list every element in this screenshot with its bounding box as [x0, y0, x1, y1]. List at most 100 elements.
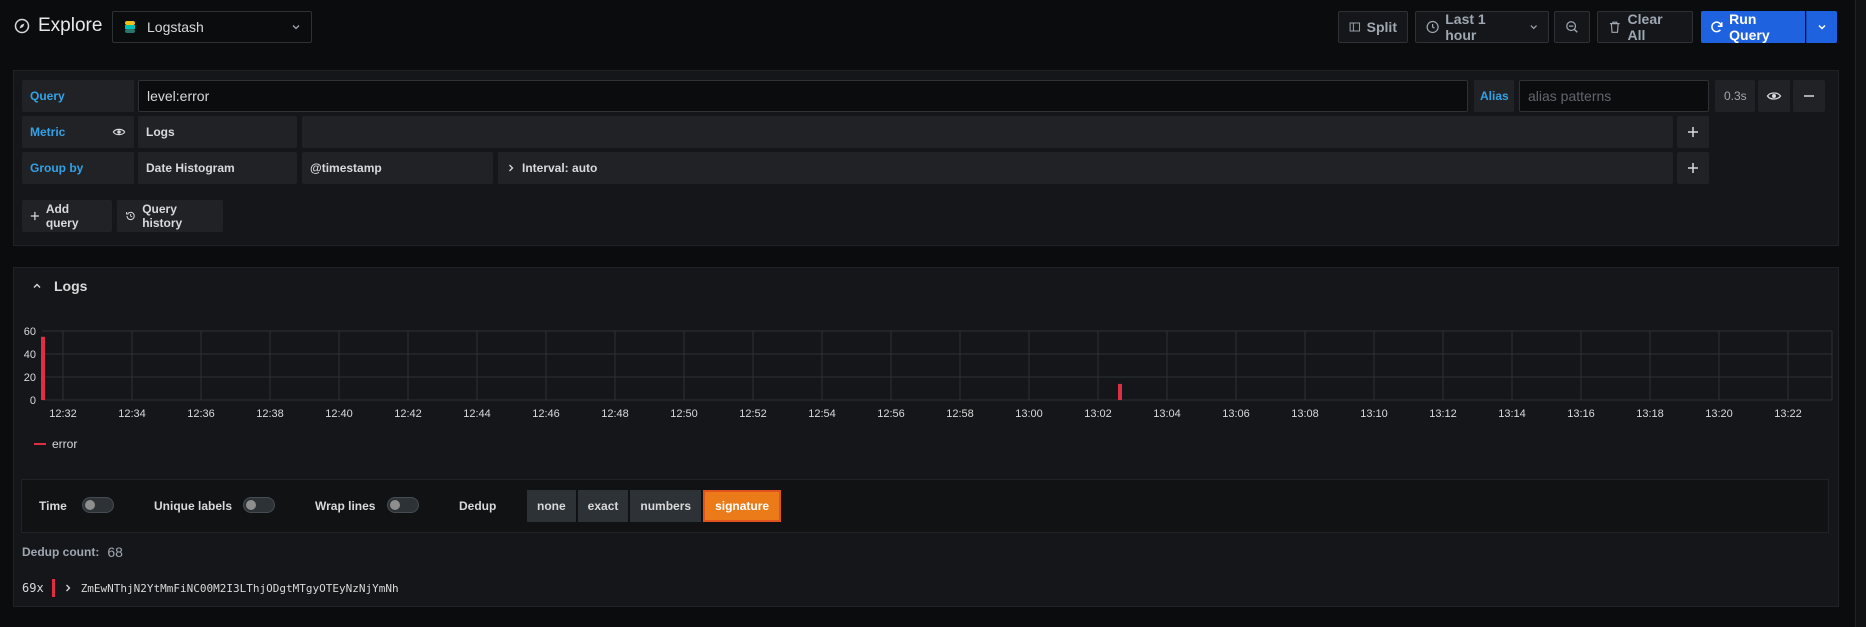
alias-label: Alias	[1474, 80, 1514, 112]
bar-error	[1118, 383, 1122, 400]
refresh-icon	[1711, 21, 1723, 33]
add-query-button[interactable]: Add query	[22, 200, 112, 232]
run-query-button[interactable]: Run Query	[1701, 11, 1805, 43]
log-row[interactable]: 69x ZmEwNThjN2YtMmFiNC00M2I3LThjODgtMTgy…	[22, 578, 399, 598]
clock-icon	[1426, 20, 1439, 34]
x-tick-label: 13:22	[1774, 408, 1802, 420]
dedup-count: Dedup count: 68	[22, 543, 123, 561]
datasource-picker[interactable]: Logstash	[112, 11, 312, 43]
x-tick-label: 13:14	[1498, 408, 1526, 420]
toggle-knob	[85, 500, 95, 510]
chart-grid	[42, 330, 1833, 401]
chart-legend[interactable]: error	[34, 436, 77, 452]
logs-panel-header[interactable]: Logs	[32, 276, 87, 296]
group-by-label: Group by	[22, 152, 134, 184]
add-metric-button[interactable]	[1677, 116, 1709, 148]
metric-label: Metric	[22, 116, 134, 148]
x-tick-label: 13:10	[1360, 408, 1388, 420]
x-tick-label: 12:36	[187, 408, 215, 420]
chevron-up-icon	[33, 283, 41, 288]
log-level-indicator	[51, 579, 55, 597]
time-range-picker[interactable]: Last 1 hour	[1415, 11, 1549, 43]
dedup-count-label: Dedup count:	[22, 545, 100, 559]
x-tick-label: 13:12	[1429, 408, 1457, 420]
dedup-label: Dedup	[459, 499, 497, 513]
chevron-right-icon	[65, 584, 71, 592]
y-tick-label: 40	[24, 349, 36, 361]
plus-icon	[30, 211, 39, 221]
plus-icon	[1688, 127, 1698, 137]
y-axis-ticks: 60 40 20 0	[24, 326, 36, 407]
eye-icon[interactable]	[112, 125, 126, 139]
x-tick-label: 12:58	[946, 408, 974, 420]
time-toggle-label: Time	[39, 499, 67, 513]
group-by-field-select[interactable]: @timestamp	[302, 152, 493, 184]
query-history-label: Query history	[142, 202, 183, 230]
logstash-logo-icon	[125, 21, 135, 33]
wrap-lines-toggle-label: Wrap lines	[315, 499, 376, 513]
x-tick-label: 13:16	[1567, 408, 1595, 420]
datasource-name: Logstash	[147, 19, 204, 35]
x-tick-label: 13:04	[1153, 408, 1181, 420]
interval-settings[interactable]: Interval: auto	[498, 152, 1673, 184]
legend-label-error: error	[52, 437, 78, 451]
metric-type-select[interactable]: Logs	[138, 116, 297, 148]
columns-icon	[1349, 22, 1361, 32]
bar-error	[41, 336, 45, 400]
run-query-options-button[interactable]	[1806, 11, 1837, 43]
x-tick-label: 12:46	[532, 408, 560, 420]
alias-input[interactable]: alias patterns	[1519, 80, 1709, 112]
metric-label-text: Metric	[30, 125, 66, 139]
chevron-down-icon	[1530, 25, 1537, 30]
top-toolbar: Explore Logstash Split Last 1 hour Clear…	[0, 0, 1866, 52]
dedup-none-button[interactable]: none	[527, 490, 576, 522]
x-tick-label: 12:34	[118, 408, 146, 420]
log-row-message: ZmEwNThjN2YtMmFiNC00M2I3LThjODgtMTgyOTEy…	[80, 581, 399, 595]
compass-icon	[14, 18, 30, 34]
toggle-visibility-button[interactable]	[1758, 80, 1790, 112]
wrap-lines-toggle[interactable]	[387, 497, 419, 513]
x-tick-label: 13:20	[1705, 408, 1733, 420]
chevron-down-icon	[1818, 24, 1826, 30]
x-tick-label: 12:48	[601, 408, 629, 420]
metric-filler	[302, 116, 1673, 148]
dedup-count-value: 68	[107, 544, 123, 560]
toggle-knob	[390, 500, 400, 510]
x-tick-label: 13:06	[1222, 408, 1250, 420]
split-button[interactable]: Split	[1338, 11, 1408, 43]
x-tick-label: 12:38	[256, 408, 284, 420]
x-tick-label: 12:54	[808, 408, 836, 420]
x-tick-label: 13:18	[1636, 408, 1664, 420]
x-tick-label: 12:56	[877, 408, 905, 420]
remove-query-button[interactable]	[1793, 80, 1825, 112]
clear-all-button[interactable]: Clear All	[1597, 11, 1693, 43]
query-label: Query	[22, 80, 134, 112]
run-query-label: Run Query	[1729, 11, 1770, 43]
time-range-label: Last 1 hour	[1445, 11, 1486, 43]
unique-labels-toggle-label: Unique labels	[154, 499, 233, 513]
logs-options-bar: Time Unique labels Wrap lines Dedup none…	[21, 479, 1829, 533]
chevron-right-icon	[509, 164, 514, 172]
zoom-out-button[interactable]	[1554, 11, 1590, 43]
query-input[interactable]: level:error	[138, 80, 1468, 112]
dedup-mode-group: none exact numbers signature	[527, 490, 782, 522]
add-bucket-button[interactable]	[1677, 152, 1709, 184]
trash-icon	[1609, 21, 1620, 33]
x-tick-label: 12:32	[49, 408, 77, 420]
eye-icon	[1766, 92, 1782, 100]
plus-icon	[1688, 163, 1698, 173]
dedup-signature-button[interactable]: signature	[703, 490, 782, 522]
x-tick-label: 13:00	[1015, 408, 1043, 420]
unique-labels-toggle[interactable]	[243, 497, 275, 513]
group-by-type-select[interactable]: Date Histogram	[138, 152, 297, 184]
query-history-button[interactable]: Query history	[117, 200, 223, 232]
logs-panel-title: Logs	[54, 278, 88, 294]
logs-volume-chart: 6040200 12:32 12:34 12:36 12:38 12:40 12:42 12…	[24, 326, 1833, 420]
dedup-numbers-button[interactable]: numbers	[630, 490, 702, 522]
y-tick-label: 60	[24, 326, 36, 338]
x-tick-label: 13:08	[1291, 408, 1319, 420]
query-timing: 0.3s	[1715, 80, 1755, 112]
clear-all-label: Clear All	[1627, 11, 1663, 43]
dedup-exact-button[interactable]: exact	[577, 490, 629, 522]
time-toggle[interactable]	[82, 497, 114, 513]
